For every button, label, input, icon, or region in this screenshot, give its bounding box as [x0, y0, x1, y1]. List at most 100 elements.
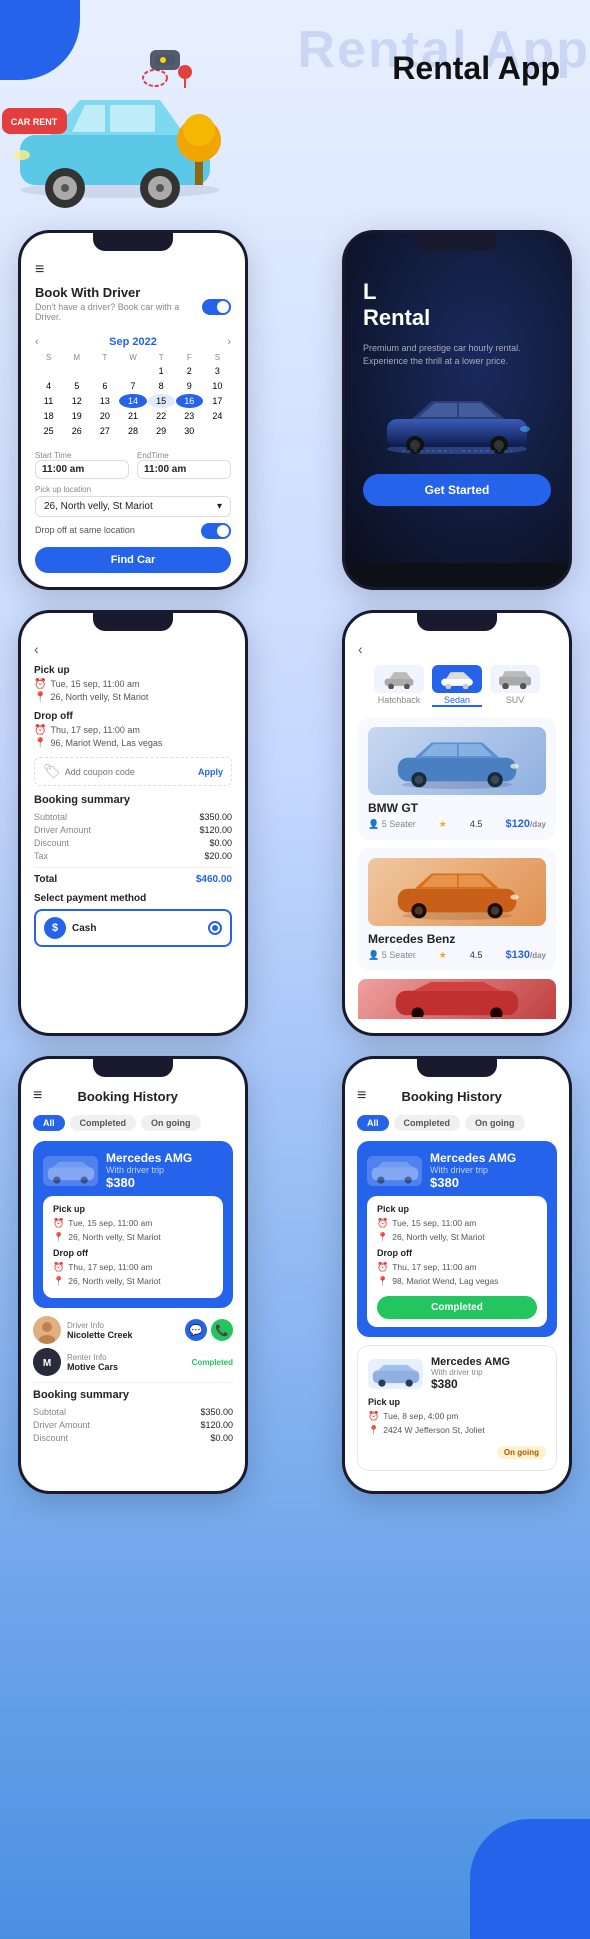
bh-right-menu-icon[interactable]: ≡ [357, 1087, 366, 1105]
tab-sedan[interactable]: Sedan [432, 665, 482, 707]
cal-3[interactable]: 3 [204, 364, 231, 378]
renter-status: Completed [192, 1358, 233, 1367]
dropoff-title: Drop off [34, 711, 232, 722]
cal-24[interactable]: 24 [204, 409, 231, 423]
cal-19[interactable]: 19 [63, 409, 90, 423]
driver-toggle[interactable] [202, 299, 231, 315]
dropoff-time-text: Thu, 17 sep, 11:00 am [50, 725, 139, 735]
start-time-label: Start Time [35, 451, 129, 460]
cal-8[interactable]: 8 [148, 379, 175, 393]
cal-1[interactable]: 1 [148, 364, 175, 378]
luxury-title-line1: L [363, 279, 376, 304]
dropoff-loc-icon: 📍 [34, 738, 46, 749]
cal-27[interactable]: 27 [91, 424, 118, 438]
coupon-apply-btn[interactable]: Apply [198, 767, 223, 777]
driver-info-row: Driver Info Nicolette Creek 💬 📞 [33, 1316, 233, 1344]
cal-26[interactable]: 26 [63, 424, 90, 438]
bh-right-car1-sub: With driver trip [430, 1165, 516, 1175]
luxury-subtitle: Premium and prestige car hourly rental. … [363, 342, 551, 369]
bh-left-menu-icon[interactable]: ≡ [33, 1087, 42, 1105]
dropoff-loc-text: 96, Mariot Wend, Las vegas [50, 738, 162, 748]
cal-10[interactable]: 10 [204, 379, 231, 393]
call-icon[interactable]: 📞 [211, 1319, 233, 1341]
pickup-section: Pick up ⏰ Tue, 15 sep, 11:00 am 📍 26, No… [34, 665, 232, 703]
bh-right-card1-pickup-title: Pick up [377, 1204, 537, 1214]
bh-left-dropoff-loc: 26, North velly, St Mariot [68, 1276, 160, 1286]
cal-9[interactable]: 9 [176, 379, 203, 393]
bh-right-car1-thumb [367, 1156, 422, 1186]
cal-20[interactable]: 20 [91, 409, 118, 423]
cal-11[interactable]: 11 [35, 394, 62, 408]
bh-right-c2-pickup-time: Tue, 8 sep, 4:00 pm [383, 1411, 458, 1421]
back-arrow-summary[interactable]: ‹ [34, 641, 232, 657]
cal-7[interactable]: 7 [119, 379, 146, 393]
cal-13[interactable]: 13 [91, 394, 118, 408]
start-time-val[interactable]: 11:00 am [35, 460, 129, 479]
luxury-title-line2: Rental [363, 305, 430, 330]
pickup-time-text: Tue, 15 sep, 11:00 am [50, 679, 139, 689]
total-row: Total $460.00 [34, 874, 232, 885]
cal-15[interactable]: 15 [148, 394, 175, 408]
cal-6[interactable]: 6 [91, 379, 118, 393]
bh-right-car2-price: $380 [431, 1377, 510, 1391]
cal-29[interactable]: 29 [148, 424, 175, 438]
bh-left-car-sub: With driver trip [106, 1165, 192, 1175]
bh-right-tab-completed[interactable]: Completed [394, 1115, 461, 1131]
payment-method-row[interactable]: $ Cash [34, 909, 232, 947]
discount-label: Discount [34, 838, 69, 848]
tab-hatchback[interactable]: Hatchback [374, 665, 424, 707]
pickup-loc-icon: 📍 [34, 692, 46, 703]
bh-left-tab-completed[interactable]: Completed [70, 1115, 137, 1131]
coupon-input[interactable] [65, 767, 194, 777]
tab-suv[interactable]: SUV [490, 665, 540, 707]
bh-left-pickup-loc: 26, North velly, St Mariot [68, 1232, 160, 1242]
payment-radio[interactable] [208, 921, 222, 935]
bh-left-driver-val: $120.00 [200, 1420, 233, 1430]
cal-next[interactable]: › [227, 336, 231, 348]
cal-5[interactable]: 5 [63, 379, 90, 393]
bmw-price: $120/day [505, 818, 546, 830]
cal-2[interactable]: 2 [176, 364, 203, 378]
bh-left-header: ≡ Booking History [33, 1087, 233, 1105]
discount-val: $0.00 [209, 838, 232, 848]
bh-left-tab-all[interactable]: All [33, 1115, 65, 1131]
back-arrow-carlist[interactable]: ‹ [358, 641, 556, 657]
cal-21[interactable]: 21 [119, 409, 146, 423]
bh-left-tabs: All Completed On going [33, 1115, 233, 1131]
cal-28[interactable]: 28 [119, 424, 146, 438]
dropoff-toggle[interactable] [201, 523, 231, 539]
cal-30[interactable]: 30 [176, 424, 203, 438]
bh-right-c1-pickup-time-icon: ⏰ [377, 1218, 388, 1229]
cal-23[interactable]: 23 [176, 409, 203, 423]
completed-button[interactable]: Completed [377, 1296, 537, 1319]
cal-12[interactable]: 12 [63, 394, 90, 408]
bh-right-tab-ongoing[interactable]: On going [465, 1115, 525, 1131]
find-car-button[interactable]: Find Car [35, 547, 231, 573]
cal-22[interactable]: 22 [148, 409, 175, 423]
bh-left-driver-label: Driver Amount [33, 1420, 90, 1430]
mercedes-seats: 👤 5 Seater [368, 950, 416, 961]
end-time-val[interactable]: 11:00 am [137, 460, 231, 479]
payment-title: Select payment method [34, 893, 232, 904]
book-with-driver-label: Book With Driver [35, 285, 202, 300]
cal-14[interactable]: 14 [119, 394, 146, 408]
bh-left-subtotal-label: Subtotal [33, 1407, 66, 1417]
booking-summary-phone: ‹ Pick up ⏰ Tue, 15 sep, 11:00 am 📍 26, … [18, 610, 248, 1036]
cal-17[interactable]: 17 [204, 394, 231, 408]
cal-18[interactable]: 18 [35, 409, 62, 423]
cal-prev[interactable]: ‹ [35, 336, 39, 348]
cal-16[interactable]: 16 [176, 394, 203, 408]
bmw-seats: 👤 5 Seater [368, 819, 416, 830]
bh-right-car2-sub: With driver trip [431, 1368, 510, 1377]
bh-left-tab-ongoing[interactable]: On going [141, 1115, 201, 1131]
bh-left-pickup-time: Tue, 15 sep, 11:00 am [68, 1218, 152, 1228]
luxury-phone: L Rental Premium and prestige car hourly… [342, 230, 572, 590]
get-started-button[interactable]: Get Started [363, 474, 551, 506]
pickup-field[interactable]: 26, North velly, St Mariot ▾ [35, 496, 231, 517]
bh-left-subtotal-val: $350.00 [200, 1407, 233, 1417]
chat-icon[interactable]: 💬 [185, 1319, 207, 1341]
menu-icon[interactable]: ≡ [35, 261, 231, 279]
cal-25[interactable]: 25 [35, 424, 62, 438]
cal-4[interactable]: 4 [35, 379, 62, 393]
bh-right-tab-all[interactable]: All [357, 1115, 389, 1131]
